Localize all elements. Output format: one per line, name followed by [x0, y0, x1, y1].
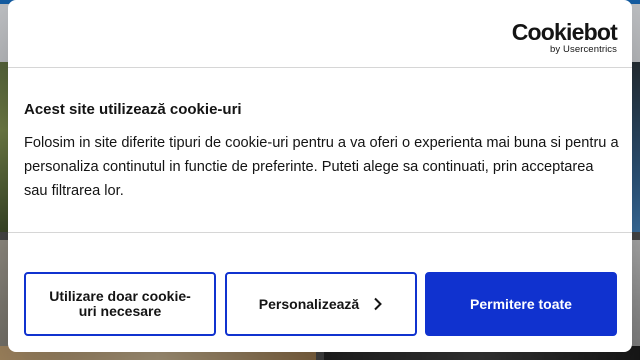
chevron-right-icon — [373, 297, 383, 311]
necessary-only-label: Utilizare doar cookie-uri necesare — [49, 288, 191, 319]
dialog-footer: Utilizare doar cookie-uri necesare Perso… — [24, 272, 617, 336]
allow-all-button[interactable]: Permitere toate — [425, 272, 617, 336]
allow-all-label: Permitere toate — [470, 295, 572, 312]
necessary-only-button[interactable]: Utilizare doar cookie-uri necesare — [24, 272, 216, 336]
logo-byline: by Usercentrics — [550, 44, 617, 55]
logo-wordmark: Cookiebot — [511, 19, 618, 45]
customize-button[interactable]: Personalizează — [225, 272, 417, 336]
dialog-title: Acest site utilizează cookie-uri — [24, 101, 242, 118]
dialog-description: Folosim in site diferite tipuri de cooki… — [24, 135, 619, 199]
dialog-header: Cookiebot by Usercentrics — [8, 0, 632, 68]
cookie-consent-dialog: Cookiebot by Usercentrics Acest site uti… — [8, 0, 632, 352]
cookiebot-logo[interactable]: Cookiebot by Usercentrics — [511, 19, 618, 56]
dialog-body: Acest site utilizează cookie-uri Folosim… — [8, 68, 632, 233]
customize-label: Personalizează — [258, 295, 360, 312]
